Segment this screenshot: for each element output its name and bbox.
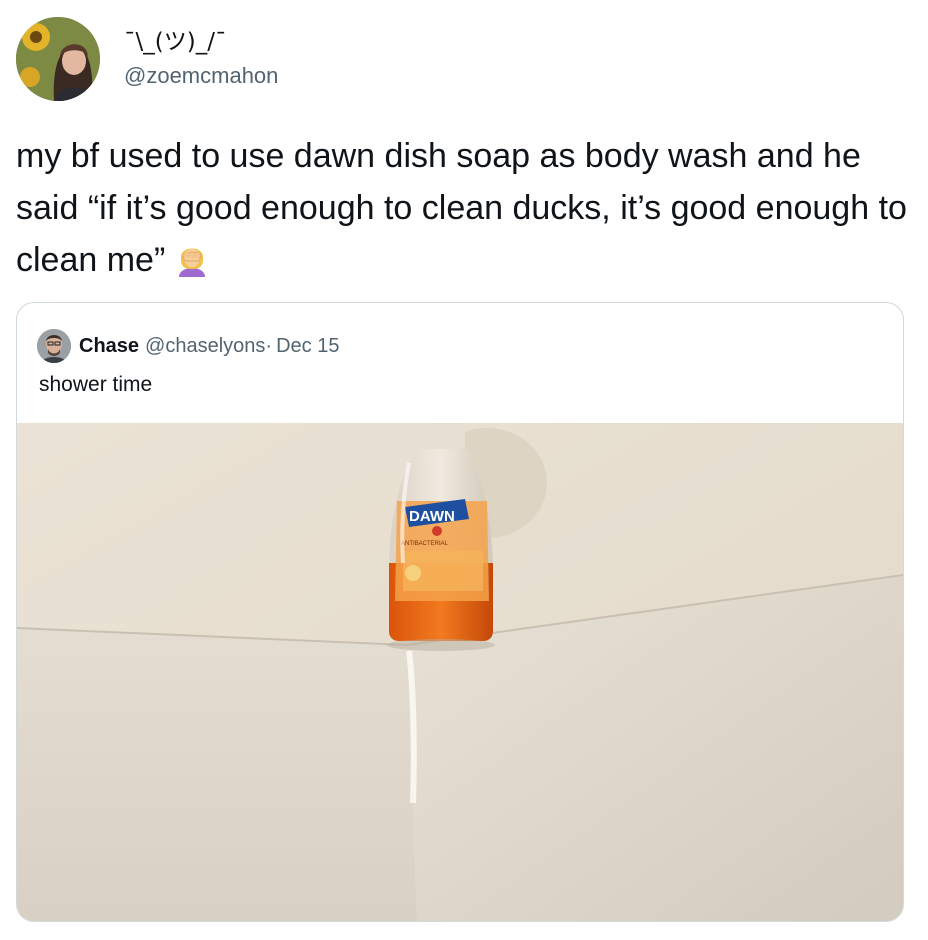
quoted-author-name[interactable]: Chase <box>79 335 139 358</box>
quoted-author-avatar[interactable] <box>37 329 71 363</box>
quoted-tweet-date[interactable]: Dec 15 <box>276 335 339 358</box>
quoted-author-handle[interactable]: @chaselyons <box>145 335 265 358</box>
quoted-tweet-header: Chase @chaselyons · Dec 15 <box>37 329 339 363</box>
quoted-tweet-photo[interactable]: DAWN ANTIBACTERIAL <box>17 423 903 921</box>
tweet-header: ¯\_(ツ)_/¯ @zoemcmahon <box>16 16 278 102</box>
tweet-body: my bf used to use dawn dish soap as body… <box>16 130 916 292</box>
author-names: ¯\_(ツ)_/¯ @zoemcmahon <box>124 27 278 91</box>
tweet-text: my bf used to use dawn dish soap as body… <box>16 137 907 279</box>
label-subtitle: ANTIBACTERIAL <box>401 541 449 547</box>
quoted-tweet-card[interactable]: Chase @chaselyons · Dec 15 shower time D… <box>16 302 904 922</box>
quoted-tweet-text: shower time <box>39 373 153 396</box>
label-brand: DAWN <box>409 508 455 525</box>
woman-facepalming-icon <box>175 240 209 292</box>
dot-separator: · <box>265 334 273 357</box>
author-avatar[interactable] <box>16 17 100 101</box>
author-handle[interactable]: @zoemcmahon <box>124 61 278 91</box>
author-display-name[interactable]: ¯\_(ツ)_/¯ <box>124 27 278 57</box>
